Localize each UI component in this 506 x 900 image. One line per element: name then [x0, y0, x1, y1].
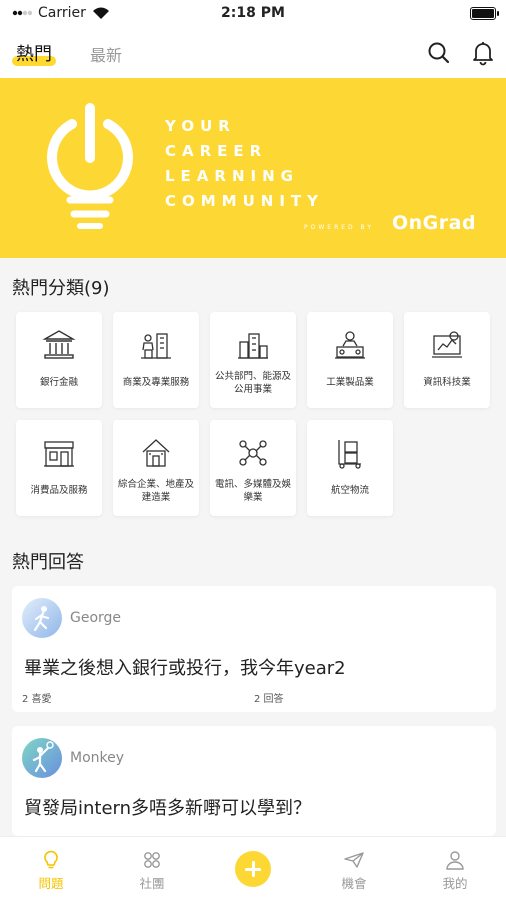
category-label: 公共部門、能源及公用事業	[214, 371, 291, 395]
category-label: 工業製品業	[326, 377, 374, 388]
status-bar: Carrier 2:18 PM	[0, 0, 506, 28]
profile-icon	[446, 851, 464, 870]
category-logistics[interactable]: 航空物流	[307, 420, 393, 516]
tab-questions[interactable]: 問題	[21, 849, 81, 892]
avatar[interactable]	[22, 598, 62, 638]
logistics-icon	[338, 440, 361, 469]
tab-hot-label: 熱門	[16, 44, 52, 65]
public-sector-icon	[238, 333, 268, 359]
add-question-button[interactable]	[235, 851, 271, 887]
answer-card[interactable]: Monkey 貿發局intern多唔多新嘢可以學到？	[12, 726, 496, 836]
tab-latest[interactable]: 最新	[90, 42, 122, 66]
top-nav: 熱門 最新	[0, 28, 506, 78]
tab-label: 機會	[341, 876, 367, 891]
paper-plane-icon	[344, 852, 364, 868]
category-label: 資訊科技業	[423, 377, 471, 388]
business-icon	[141, 333, 171, 359]
likes-count: 2 喜愛	[22, 694, 52, 705]
answer-card[interactable]: George 畢業之後想入銀行或投行，我今年year2 2 喜愛 2 回答	[12, 586, 496, 712]
lightbulb-power-icon	[47, 103, 133, 229]
bottom-tab-bar: 問題 社團 機會 我的	[0, 836, 506, 900]
community-icon	[144, 852, 160, 868]
industrial-icon	[335, 331, 365, 359]
runner-avatar-icon	[22, 598, 62, 638]
search-icon[interactable]	[426, 40, 452, 66]
tagline-line: LEARNING	[165, 167, 299, 185]
tagline-line: CAREER	[165, 142, 268, 160]
category-label: 電訊、多媒體及娛樂業	[214, 479, 291, 503]
telecom-icon	[239, 440, 267, 466]
category-label: 消費品及服務	[30, 485, 88, 496]
avatar[interactable]	[22, 738, 62, 778]
property-icon	[142, 439, 170, 467]
powered-by: POWERED BY	[304, 224, 375, 231]
category-telecom[interactable]: 電訊、多媒體及娛樂業	[210, 420, 296, 516]
category-property[interactable]: 綜合企業、地產及建造業	[113, 420, 199, 516]
ongrad-logo: OnGrad	[392, 212, 477, 234]
promo-banner[interactable]: YOUR CAREER LEARNING COMMUNITY POWERED B…	[0, 78, 506, 258]
battery-icon	[470, 7, 499, 20]
category-label: 銀行金融	[39, 377, 78, 388]
category-public-sector[interactable]: 公共部門、能源及公用事業	[210, 312, 296, 408]
bank-icon	[42, 330, 76, 359]
tennis-avatar-icon	[22, 738, 62, 778]
category-label: 綜合企業、地產及建造業	[117, 479, 194, 503]
consumer-icon	[44, 441, 74, 467]
tab-opportunities[interactable]: 機會	[324, 849, 384, 892]
tagline-line: COMMUNITY	[165, 192, 325, 210]
username[interactable]: Monkey	[70, 750, 124, 766]
category-consumer[interactable]: 消費品及服務	[16, 420, 102, 516]
username[interactable]: George	[70, 610, 121, 626]
it-icon	[432, 331, 462, 358]
category-it[interactable]: 資訊科技業	[404, 312, 490, 408]
bell-icon[interactable]	[470, 40, 496, 66]
tab-hot[interactable]: 熱門	[12, 40, 56, 66]
category-business[interactable]: 商業及專業服務	[113, 312, 199, 408]
banner-tagline: YOUR CAREER LEARNING COMMUNITY	[165, 114, 324, 214]
tab-profile[interactable]: 我的	[425, 849, 485, 892]
tab-community[interactable]: 社團	[122, 849, 182, 892]
category-banking[interactable]: 銀行金融	[16, 312, 102, 408]
tab-label: 我的	[442, 876, 468, 891]
category-label: 商業及專業服務	[122, 377, 190, 388]
category-label: 航空物流	[330, 485, 369, 496]
question-text[interactable]: 貿發局intern多唔多新嘢可以學到？	[24, 794, 311, 820]
tagline-line: YOUR	[165, 117, 236, 135]
tab-label: 社團	[139, 876, 165, 891]
categories-title: 熱門分類(9)	[12, 278, 110, 299]
question-text[interactable]: 畢業之後想入銀行或投行，我今年year2	[24, 654, 346, 680]
category-industrial[interactable]: 工業製品業	[307, 312, 393, 408]
tab-label: 問題	[38, 876, 64, 891]
lightbulb-icon	[44, 850, 58, 869]
answers-count: 2 回答	[254, 694, 284, 705]
clock: 2:18 PM	[221, 5, 285, 21]
answers-title: 熱門回答	[12, 552, 84, 573]
